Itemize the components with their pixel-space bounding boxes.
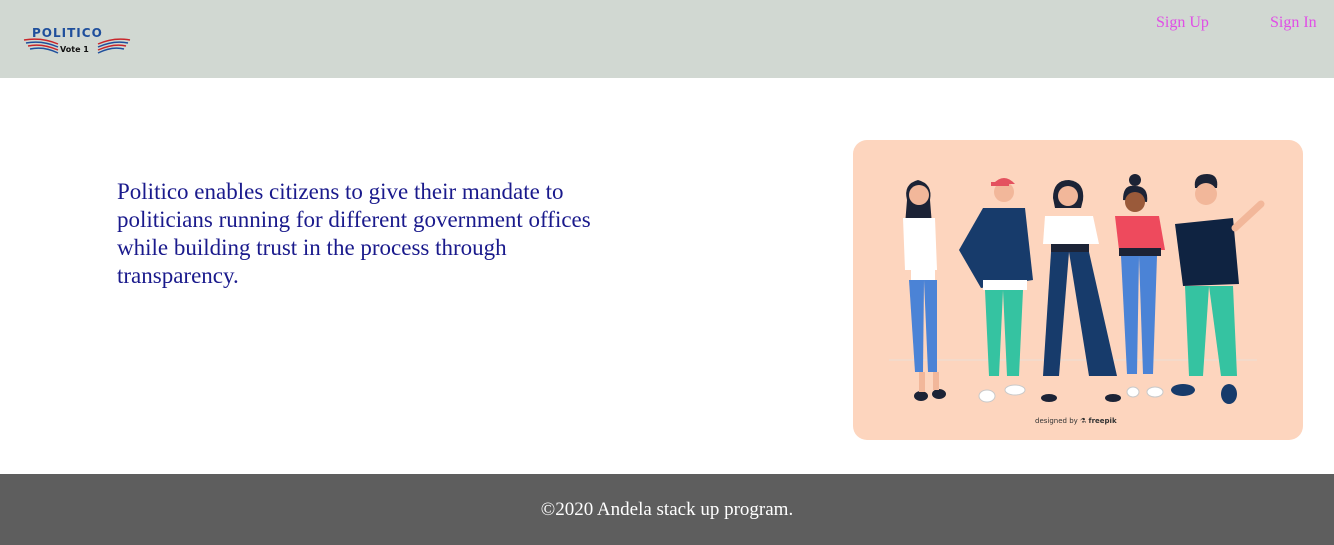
header: POLITICO Vote 1 Sign Up Sign In [0, 0, 1334, 78]
people-group-image [889, 174, 1265, 404]
person-4-figure [1115, 174, 1165, 398]
sign-up-link[interactable]: Sign Up [1156, 14, 1209, 32]
tagline: Politico enables citizens to give their … [117, 179, 591, 288]
credit-prefix: designed by [1035, 417, 1078, 425]
person-3-figure [1041, 180, 1121, 402]
person-2-figure [959, 178, 1033, 403]
person-5-figure [1171, 174, 1265, 404]
footer: ©2020 Andela stack up program. [0, 474, 1334, 545]
image-credit: designed by ⚗ freepik [1035, 417, 1117, 425]
logo-subtitle: Vote 1 [60, 45, 89, 54]
person-1-figure [903, 180, 946, 401]
politico-logo[interactable]: POLITICO Vote 1 [22, 24, 134, 60]
sign-in-link[interactable]: Sign In [1270, 14, 1317, 32]
hero-illustration: designed by ⚗ freepik [853, 140, 1303, 440]
credit-brand: freepik [1088, 417, 1117, 425]
copyright-text: ©2020 Andela stack up program. [540, 499, 794, 520]
freepik-icon: ⚗ [1080, 417, 1087, 425]
